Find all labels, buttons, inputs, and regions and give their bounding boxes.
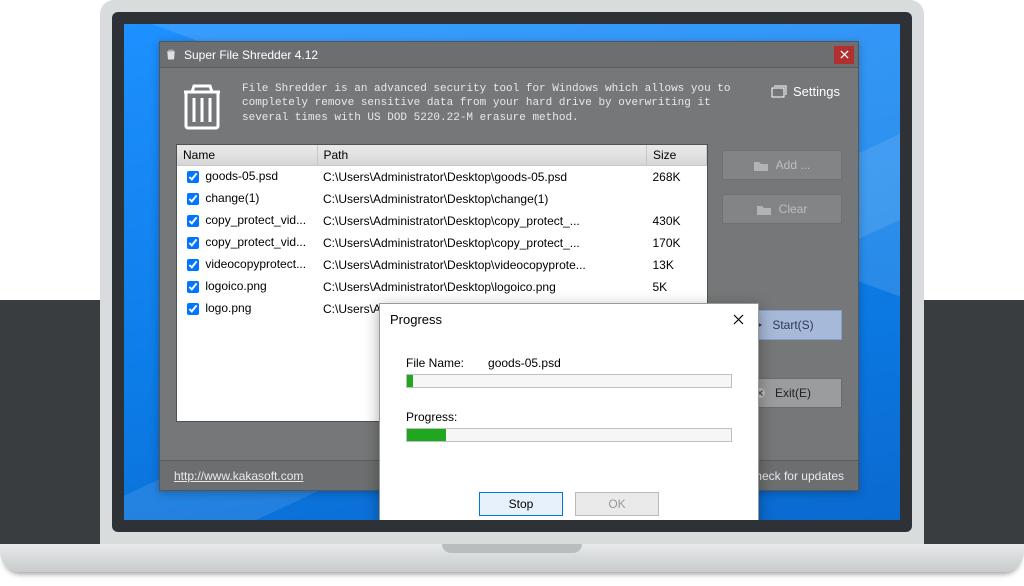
col-path[interactable]: Path bbox=[317, 145, 647, 166]
row-checkbox[interactable] bbox=[187, 259, 199, 271]
header: File Shredder is an advanced security to… bbox=[160, 68, 858, 144]
file-progressbar bbox=[406, 374, 732, 388]
row-checkbox[interactable] bbox=[187, 237, 199, 249]
titlebar[interactable]: Super File Shredder 4.12 bbox=[160, 42, 858, 68]
desktop-wallpaper: Super File Shredder 4.12 File Sh bbox=[124, 24, 900, 520]
shredder-icon bbox=[178, 82, 226, 132]
table-header-row[interactable]: Name Path Size bbox=[177, 145, 707, 166]
table-row[interactable]: change(1) C:\Users\Administrator\Desktop\… bbox=[177, 188, 707, 210]
overall-progressbar bbox=[406, 428, 732, 442]
file-size: 430K bbox=[647, 210, 707, 232]
file-name-value: goods-05.psd bbox=[488, 356, 561, 370]
folder-icon bbox=[754, 158, 768, 172]
add-button[interactable]: Add ... bbox=[722, 150, 842, 180]
table-row[interactable]: logoico.png C:\Users\Administrator\Deskto… bbox=[177, 276, 707, 298]
progress-label: Progress: bbox=[406, 410, 457, 424]
folder-icon bbox=[757, 202, 771, 216]
window-title: Super File Shredder 4.12 bbox=[184, 48, 318, 62]
close-icon bbox=[733, 314, 744, 325]
settings-icon bbox=[771, 85, 787, 99]
check-updates-link[interactable]: Check for updates bbox=[747, 469, 844, 483]
close-icon bbox=[840, 50, 849, 59]
laptop-screen: Super File Shredder 4.12 File Sh bbox=[100, 0, 924, 544]
file-name: copy_protect_vid... bbox=[205, 213, 306, 227]
trash-icon bbox=[164, 48, 178, 62]
laptop-frame-right bbox=[924, 300, 1024, 544]
row-checkbox[interactable] bbox=[187, 215, 199, 227]
ok-button: OK bbox=[575, 492, 659, 516]
file-path: C:\Users\Administrator\Desktop\videocopy… bbox=[317, 254, 647, 276]
file-size bbox=[647, 188, 707, 210]
file-name: copy_protect_vid... bbox=[205, 235, 306, 249]
file-path: C:\Users\Administrator\Desktop\copy_prot… bbox=[317, 232, 647, 254]
laptop-frame-left bbox=[0, 300, 100, 544]
file-size: 170K bbox=[647, 232, 707, 254]
file-name: logoico.png bbox=[205, 279, 266, 293]
file-path: C:\Users\Administrator\Desktop\goods-05.… bbox=[317, 166, 647, 189]
file-name: goods-05.psd bbox=[205, 169, 278, 183]
settings-button[interactable]: Settings bbox=[771, 82, 840, 99]
file-path: C:\Users\Administrator\Desktop\copy_prot… bbox=[317, 210, 647, 232]
app-description: File Shredder is an advanced security to… bbox=[242, 82, 755, 125]
table-row[interactable]: copy_protect_vid... C:\Users\Administrato… bbox=[177, 210, 707, 232]
progress-dialog: Progress File Name: goods-05.psd bbox=[379, 303, 759, 520]
col-name[interactable]: Name bbox=[177, 145, 317, 166]
close-button[interactable] bbox=[834, 46, 854, 64]
table-row[interactable]: videocopyprotect... C:\Users\Administrato… bbox=[177, 254, 707, 276]
row-checkbox[interactable] bbox=[187, 193, 199, 205]
table-row[interactable]: copy_protect_vid... C:\Users\Administrato… bbox=[177, 232, 707, 254]
website-link[interactable]: http://www.kakasoft.com bbox=[174, 469, 303, 483]
dialog-titlebar[interactable]: Progress bbox=[380, 304, 758, 334]
laptop-base bbox=[0, 544, 1024, 572]
table-row[interactable]: goods-05.psd C:\Users\Administrator\Deskt… bbox=[177, 166, 707, 189]
laptop-bezel: Super File Shredder 4.12 File Sh bbox=[112, 12, 912, 532]
file-size: 5K bbox=[647, 276, 707, 298]
file-size: 13K bbox=[647, 254, 707, 276]
file-name: logo.png bbox=[205, 301, 251, 315]
file-size: 268K bbox=[647, 166, 707, 189]
file-name: change(1) bbox=[205, 191, 259, 205]
stop-button[interactable]: Stop bbox=[479, 492, 563, 516]
laptop-notch bbox=[442, 544, 582, 553]
dialog-title: Progress bbox=[390, 312, 442, 327]
col-size[interactable]: Size bbox=[647, 145, 707, 166]
file-path: C:\Users\Administrator\Desktop\logoico.p… bbox=[317, 276, 647, 298]
clear-button[interactable]: Clear bbox=[722, 194, 842, 224]
dialog-close-button[interactable] bbox=[729, 314, 748, 325]
row-checkbox[interactable] bbox=[187, 281, 199, 293]
row-checkbox[interactable] bbox=[187, 303, 199, 315]
row-checkbox[interactable] bbox=[187, 171, 199, 183]
file-name: videocopyprotect... bbox=[205, 257, 306, 271]
file-name-label: File Name: bbox=[406, 356, 464, 370]
file-path: C:\Users\Administrator\Desktop\change(1) bbox=[317, 188, 647, 210]
settings-label: Settings bbox=[793, 84, 840, 99]
